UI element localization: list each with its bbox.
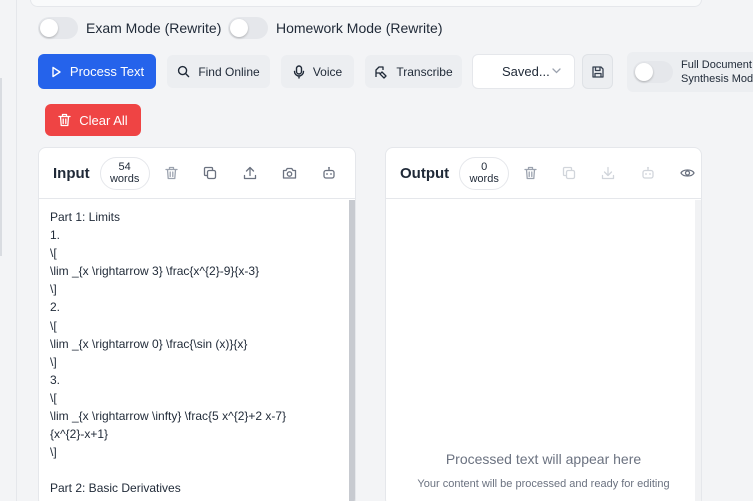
toggle-knob: [40, 19, 58, 37]
toggle-knob: [635, 63, 653, 81]
toggle-knob: [230, 19, 248, 37]
copy-icon[interactable]: [202, 165, 218, 181]
synthesis-mode-toggle[interactable]: [633, 61, 673, 83]
exam-mode-row: Exam Mode (Rewrite): [38, 17, 221, 39]
process-text-button[interactable]: Process Text: [38, 54, 156, 89]
trash-icon[interactable]: [163, 165, 179, 181]
find-online-button[interactable]: Find Online: [167, 55, 270, 88]
process-text-label: Process Text: [69, 64, 145, 79]
input-word-count-unit: words: [109, 173, 140, 185]
output-panel-header: Output 0 words: [386, 148, 701, 199]
synthesis-mode-toggle-group: Full Document Synthesis Mod: [627, 52, 753, 92]
top-card-edge: [30, 0, 702, 7]
homework-mode-label: Homework Mode (Rewrite): [276, 20, 443, 36]
sidebar-scrollbar[interactable]: [0, 78, 2, 256]
voice-button[interactable]: Voice: [281, 55, 354, 88]
save-icon: [591, 65, 605, 79]
page-left-border: [16, 0, 17, 501]
input-text-area[interactable]: Part 1: Limits 1. \[ \lim _{x \rightarro…: [39, 199, 355, 501]
voice-label: Voice: [312, 64, 343, 79]
saved-dropdown-label: Saved...: [502, 64, 550, 79]
input-panel-header: Input 54 words: [39, 148, 355, 199]
play-icon: [50, 66, 62, 78]
output-panel: Output 0 words Processed text will appea…: [385, 147, 702, 501]
eye-icon[interactable]: [679, 165, 695, 181]
camera-icon[interactable]: [281, 165, 297, 181]
saved-dropdown[interactable]: Saved...: [472, 54, 575, 89]
clear-all-button[interactable]: Clear All: [45, 104, 141, 136]
trash-icon[interactable]: [522, 165, 538, 181]
trash-icon: [58, 113, 71, 127]
download-icon[interactable]: [600, 165, 616, 181]
synthesis-label-line1: Full Document: [681, 59, 752, 71]
search-icon: [177, 65, 190, 78]
synthesis-mode-label: Full Document Synthesis Mod: [681, 58, 753, 86]
input-word-count-badge: 54 words: [99, 156, 150, 190]
exam-mode-toggle[interactable]: [38, 17, 78, 39]
clear-all-label: Clear All: [79, 112, 128, 128]
output-word-count-unit: words: [469, 173, 499, 185]
output-panel-title: Output: [400, 164, 450, 182]
input-word-count: 54: [118, 161, 131, 173]
robot-icon[interactable]: [640, 165, 656, 181]
output-word-count: 0: [481, 161, 488, 173]
output-placeholder-subtitle: Your content will be processed and ready…: [417, 478, 670, 490]
synthesis-label-line2: Synthesis Mod: [681, 73, 753, 85]
output-placeholder-title: Processed text will appear here: [445, 451, 642, 467]
chevron-down-icon: [552, 68, 561, 74]
find-online-label: Find Online: [198, 64, 260, 79]
input-panel: Input 54 words Part 1: Limits 1. \[ \lim…: [38, 147, 356, 501]
input-panel-title: Input: [53, 164, 90, 182]
copy-icon[interactable]: [561, 165, 577, 181]
mic-icon: [293, 64, 305, 79]
transcribe-label: Transcribe: [396, 64, 453, 79]
input-scrollbar[interactable]: [349, 200, 355, 501]
transcribe-button[interactable]: Transcribe: [365, 55, 462, 88]
homework-mode-row: Homework Mode (Rewrite): [228, 17, 442, 39]
save-button[interactable]: [582, 54, 613, 89]
robot-icon[interactable]: [321, 165, 337, 181]
transcribe-icon: [374, 65, 388, 79]
homework-mode-toggle[interactable]: [228, 17, 268, 39]
output-word-count-badge: 0 words: [459, 156, 510, 190]
exam-mode-label: Exam Mode (Rewrite): [86, 20, 222, 36]
upload-icon[interactable]: [242, 165, 258, 181]
